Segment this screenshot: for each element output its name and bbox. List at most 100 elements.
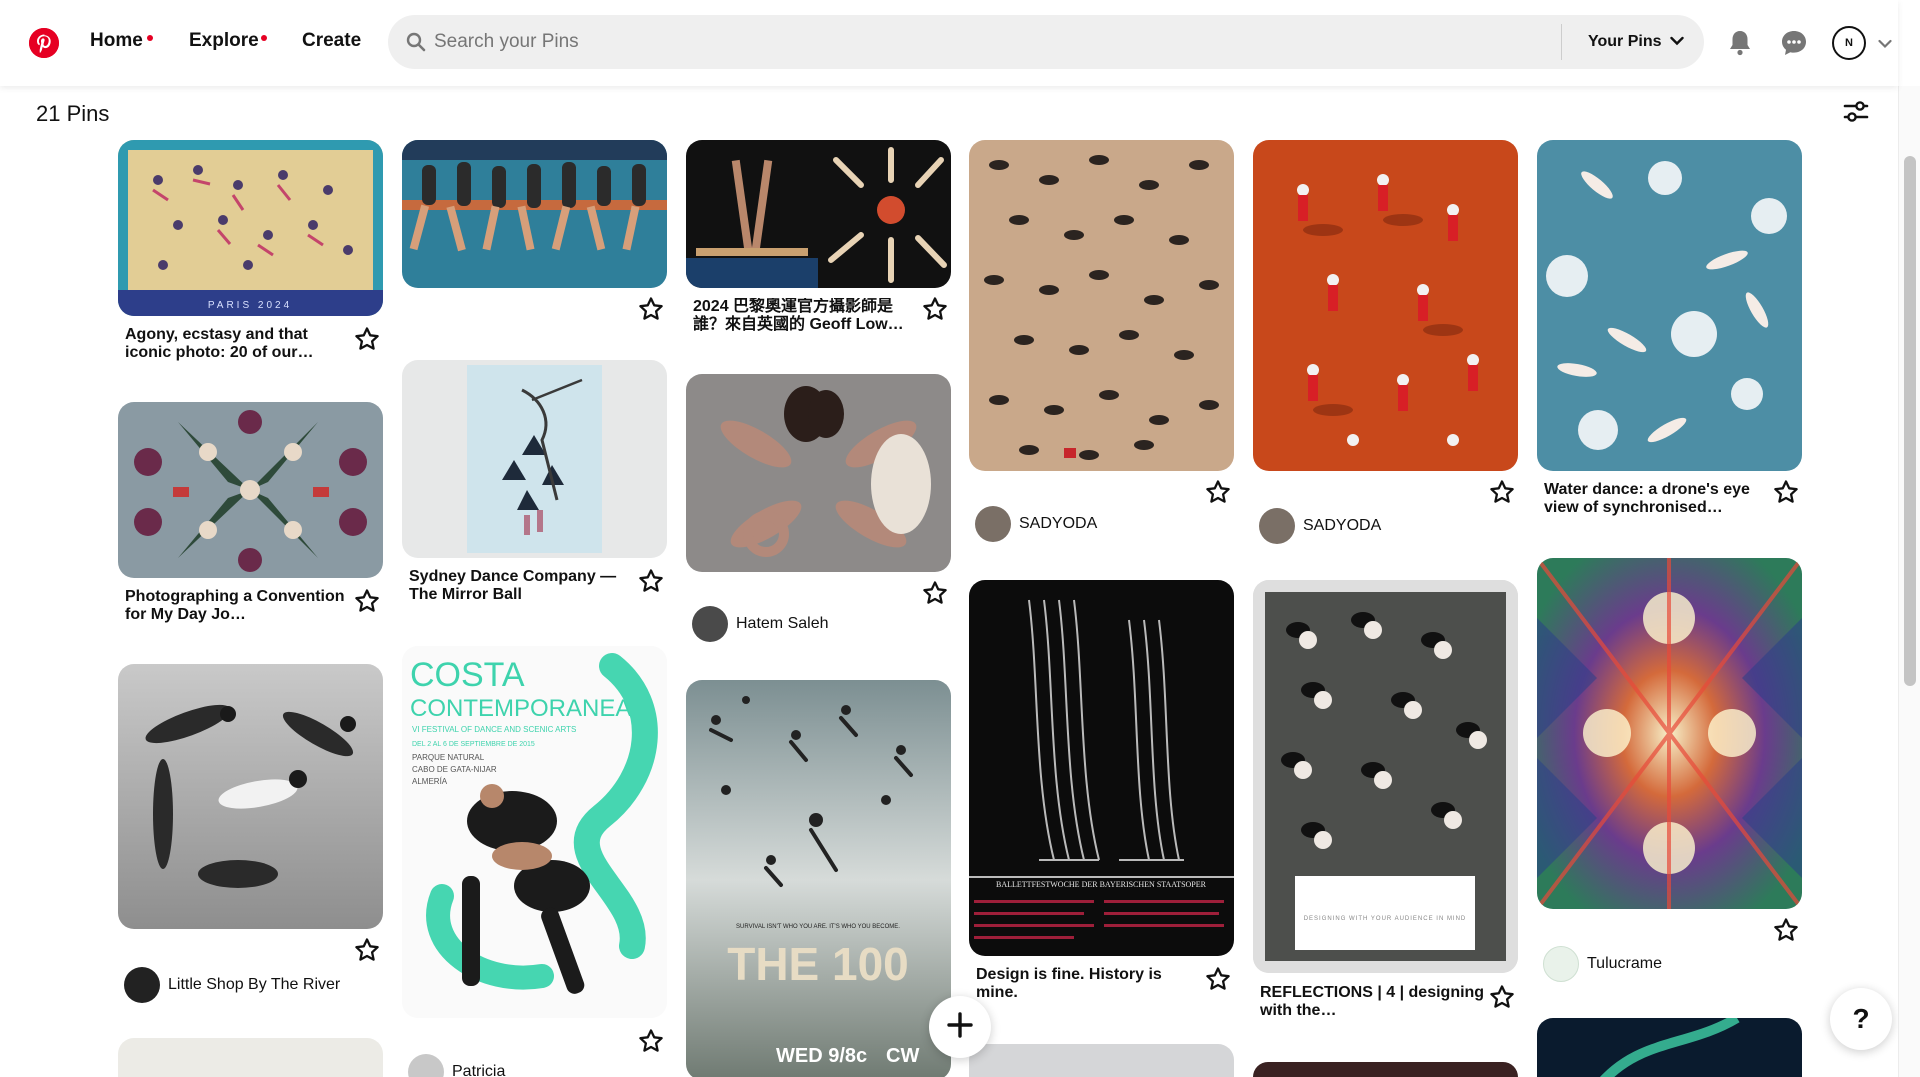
pin-creator[interactable]: SADYODA — [975, 506, 1097, 542]
save-star-icon[interactable] — [922, 296, 948, 322]
pin-title[interactable]: Agony, ecstasy and that iconic photo: 20… — [125, 326, 350, 362]
search-bar: Your Pins — [388, 15, 1704, 69]
pin-card[interactable]: BALLETTFESTWOCHE DER BAYERISCHEN STAATSO… — [969, 580, 1234, 1001]
scrollbar-thumb[interactable] — [1904, 156, 1916, 686]
pin-card[interactable]: Photographing a Convention for My Day Jo… — [118, 402, 383, 623]
pin-image[interactable] — [1537, 558, 1802, 909]
pin-image[interactable] — [686, 140, 951, 288]
pin-title[interactable]: Design is fine. History is mine. — [976, 966, 1201, 1002]
pin-image[interactable] — [969, 1044, 1234, 1077]
pin-image[interactable] — [1537, 1018, 1802, 1077]
user-avatar[interactable]: N — [1832, 26, 1866, 60]
pin-creator[interactable]: SADYODA — [1259, 508, 1381, 544]
creator-avatar — [975, 506, 1011, 542]
pin-card[interactable] — [1537, 1018, 1802, 1077]
creator-avatar — [1543, 946, 1579, 982]
pin-title[interactable]: 2024 巴黎奧運官方攝影師是誰？來自英國的 Geoff Low… — [693, 298, 918, 334]
pin-card[interactable]: 2024 巴黎奧運官方攝影師是誰？來自英國的 Geoff Low… — [686, 140, 951, 333]
pin-card[interactable] — [1253, 1062, 1518, 1077]
pin-card[interactable]: COSTA CONTEMPORANEA VI FESTIVAL OF DANCE… — [402, 646, 667, 1077]
pin-image[interactable] — [1253, 1062, 1518, 1077]
pin-title[interactable]: REFLECTIONS | 4 | designing with the… — [1260, 984, 1485, 1020]
creator-avatar — [1259, 508, 1295, 544]
pin-creator[interactable]: Patricia — [408, 1054, 505, 1077]
bell-icon[interactable] — [1725, 28, 1755, 58]
save-star-icon[interactable] — [354, 937, 380, 963]
poster-caption: BALLETTFESTWOCHE DER BAYERISCHEN STAATSO… — [996, 880, 1207, 889]
pin-image[interactable]: BALLETTFESTWOCHE DER BAYERISCHEN STAATSO… — [969, 580, 1234, 956]
pin-card[interactable]: SADYODA — [1253, 140, 1518, 544]
pin-card[interactable]: DESIGNING WITH YOUR AUDIENCE IN MIND REF… — [1253, 580, 1518, 1019]
pin-card[interactable]: SADYODA — [969, 140, 1234, 542]
pin-image[interactable] — [969, 140, 1234, 471]
pin-card[interactable] — [402, 140, 667, 288]
pin-image[interactable] — [402, 140, 667, 288]
pin-card[interactable] — [969, 1044, 1234, 1077]
save-star-icon[interactable] — [1773, 479, 1799, 505]
creator-name: Patricia — [452, 1063, 506, 1077]
save-star-icon[interactable] — [638, 1028, 664, 1054]
search-scope-dropdown[interactable]: Your Pins — [1588, 15, 1684, 69]
pin-image-caption: PARIS 2024 — [208, 300, 292, 311]
save-star-icon[interactable] — [1773, 917, 1799, 943]
pin-card[interactable]: SURVIVAL ISN'T WHO YOU ARE. IT'S WHO YOU… — [686, 680, 951, 1077]
save-star-icon[interactable] — [1205, 966, 1231, 992]
search-input[interactable] — [434, 15, 1534, 69]
poster-title: COSTA — [410, 656, 525, 694]
creator-name: Hatem Saleh — [736, 615, 829, 632]
home-notification-dot — [147, 35, 153, 41]
save-star-icon[interactable] — [1489, 984, 1515, 1010]
pin-card[interactable]: Water dance: a drone's eye view of synch… — [1537, 140, 1802, 516]
pin-creator[interactable]: Little Shop By The River — [124, 967, 340, 1003]
pin-card[interactable] — [118, 1038, 383, 1077]
search-scope-label: Your Pins — [1588, 33, 1662, 50]
nav-create[interactable]: Create — [302, 30, 361, 52]
pin-image[interactable]: DESIGNING WITH YOUR AUDIENCE IN MIND — [1253, 580, 1518, 973]
pinterest-logo-icon[interactable] — [29, 28, 59, 58]
pin-image[interactable] — [1537, 140, 1802, 471]
nav-explore[interactable]: Explore — [189, 30, 259, 52]
save-star-icon[interactable] — [922, 580, 948, 606]
pin-card[interactable]: Little Shop By The River — [118, 664, 383, 1003]
pin-title[interactable]: Sydney Dance Company — The Mirror Ball — [409, 568, 634, 604]
pin-image[interactable] — [1253, 140, 1518, 471]
messages-icon[interactable] — [1779, 28, 1809, 58]
help-button[interactable]: ? — [1830, 988, 1892, 1050]
explore-notification-dot — [261, 35, 267, 41]
pin-image[interactable]: COSTA CONTEMPORANEA VI FESTIVAL OF DANCE… — [402, 646, 667, 1018]
save-star-icon[interactable] — [354, 588, 380, 614]
pins-count: 21 Pins — [36, 101, 110, 126]
pin-title[interactable]: Photographing a Convention for My Day Jo… — [125, 588, 350, 624]
page-scrollbar[interactable] — [1898, 86, 1920, 1077]
search-icon — [406, 32, 426, 57]
save-star-icon[interactable] — [1489, 479, 1515, 505]
create-pin-button[interactable] — [929, 996, 991, 1058]
pin-image[interactable] — [686, 374, 951, 572]
chevron-down-icon — [1669, 33, 1684, 51]
save-star-icon[interactable] — [354, 326, 380, 352]
save-star-icon[interactable] — [638, 296, 664, 322]
pin-card[interactable]: PARIS 2024 Agony, ecstasy and that iconi… — [118, 140, 383, 361]
pin-creator[interactable]: Hatem Saleh — [692, 606, 829, 642]
account-chevron-down-icon[interactable] — [1878, 36, 1892, 54]
pin-image[interactable]: PARIS 2024 — [118, 140, 383, 316]
pin-image[interactable] — [118, 1038, 383, 1077]
save-star-icon[interactable] — [638, 568, 664, 594]
pin-card[interactable]: Tulucrame — [1537, 558, 1802, 982]
plus-icon — [946, 1011, 974, 1044]
nav-home[interactable]: Home — [90, 30, 143, 52]
creator-avatar — [124, 967, 160, 1003]
creator-name: Little Shop By The River — [168, 976, 341, 993]
pin-card[interactable]: Sydney Dance Company — The Mirror Ball — [402, 360, 667, 603]
pin-creator[interactable]: Tulucrame — [1543, 946, 1662, 982]
search-divider — [1561, 24, 1562, 60]
creator-name: SADYODA — [1019, 515, 1098, 532]
filter-settings-icon[interactable] — [1843, 100, 1871, 124]
pin-image[interactable] — [118, 402, 383, 578]
save-star-icon[interactable] — [1205, 479, 1231, 505]
pin-image[interactable] — [118, 664, 383, 929]
pin-card[interactable]: Hatem Saleh — [686, 374, 951, 642]
pin-image[interactable] — [402, 360, 667, 558]
pin-image[interactable]: SURVIVAL ISN'T WHO YOU ARE. IT'S WHO YOU… — [686, 680, 951, 1077]
pin-title[interactable]: Water dance: a drone's eye view of synch… — [1544, 481, 1769, 517]
